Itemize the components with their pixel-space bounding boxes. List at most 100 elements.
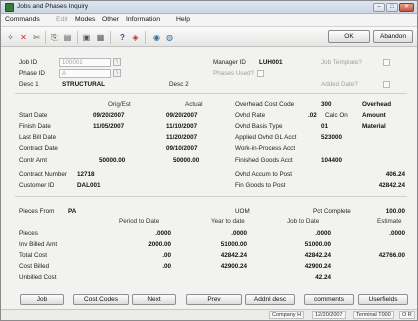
job-id-label: Job ID (19, 59, 38, 66)
ovhd-accum-label: Ovhd Accum to Post (235, 171, 293, 178)
start-date-est: 09/20/2007 (93, 112, 125, 119)
applied-gl-value: 523000 (321, 134, 343, 141)
job-template-checkbox[interactable] (383, 59, 390, 66)
col-year-to-date: Year to date (211, 218, 245, 225)
next-button[interactable]: Next (132, 294, 176, 305)
window-title: Jobs and Phases Inquiry (17, 3, 89, 10)
start-date-actual: 09/20/2007 (166, 112, 198, 119)
menu-edit[interactable]: Edit (56, 16, 68, 23)
addnl-desc-button[interactable]: Addnl desc (245, 294, 295, 305)
customer-id-label: Customer ID (19, 182, 55, 189)
customer-id-value: DAL001 (77, 182, 101, 189)
finish-date-est: 11/05/2007 (93, 123, 125, 130)
finish-date-label: Finish Date (19, 123, 51, 130)
help-icon[interactable]: ? (118, 33, 127, 42)
status-date: 12/20/2007 (312, 311, 346, 319)
save-icon[interactable]: ▣ (82, 33, 91, 42)
contr-amt-est: 50000.00 (99, 157, 126, 164)
paste-icon[interactable]: ▤ (63, 33, 72, 42)
last-bill-date-actual: 11/20/2007 (166, 134, 198, 141)
pieces-from-label: Pieces From (19, 208, 55, 215)
minimize-button[interactable]: – (373, 3, 385, 12)
close-button[interactable]: ✕ (399, 3, 414, 12)
added-date-label: Added Date? (321, 81, 358, 88)
status-bar: Company H 12/20/2007 Terminal T000 O R (1, 309, 417, 320)
col-period-to-date: Period to Date (119, 218, 160, 225)
finished-goods-label: Finished Goods Acct (235, 157, 293, 164)
phases-used-checkbox[interactable] (257, 70, 264, 77)
wip-acct-label: Work-in-Process Acct (235, 145, 296, 152)
job-id-field[interactable]: 100001 (59, 58, 111, 67)
menu-bar: Commands Edit Modes Other Information He… (1, 15, 417, 25)
contract-date-actual: 09/10/2007 (166, 145, 198, 152)
row-label: Inv Billed Amt (19, 241, 58, 248)
finish-date-actual: 11/10/2007 (166, 123, 198, 130)
row-est: .0000 (389, 230, 405, 237)
copy-icon[interactable]: ⎘ (50, 33, 59, 42)
comments-button[interactable]: comments (304, 294, 354, 305)
status-terminal: Terminal T000 (353, 311, 394, 319)
delete-icon[interactable]: ✕ (19, 33, 28, 42)
contract-date-label: Contract Date (19, 145, 58, 152)
job-lookup-icon[interactable]: \ (113, 58, 121, 66)
row-ptd: .00 (162, 263, 171, 270)
phase-lookup-icon[interactable]: \ (113, 69, 121, 77)
row-ytd: 42842.24 (220, 252, 247, 259)
menu-commands[interactable]: Commands (5, 16, 40, 23)
row-label: Pieces (19, 230, 38, 237)
actual-header: Actual (185, 101, 203, 108)
overhead-code-value: 300 (321, 101, 332, 108)
orig-est-header: Orig/Est (108, 101, 131, 108)
ovhd-basis-desc: Material (362, 123, 386, 130)
cut-icon[interactable]: ✄ (32, 33, 41, 42)
row-jtd: 42.24 (315, 274, 331, 281)
prev-button[interactable]: Prev (186, 294, 242, 305)
fin-goods-post-label: Fin Goods to Post (235, 182, 286, 189)
col-estimate: Estimate (377, 218, 402, 225)
row-ptd: .0000 (155, 230, 171, 237)
jobs-phases-window: Jobs and Phases Inquiry – □ ✕ Commands E… (0, 0, 418, 321)
contract-number-value: 12718 (77, 171, 95, 178)
new-icon[interactable]: ✧ (6, 33, 15, 42)
print-icon[interactable]: ▦ (96, 33, 105, 42)
manager-id-value: LUH001 (259, 59, 283, 66)
row-est: 42766.00 (378, 252, 405, 259)
ok-button[interactable]: OK (328, 30, 370, 43)
row-ytd: 42900.24 (220, 263, 247, 270)
userfields-button[interactable]: Userfields (358, 294, 408, 305)
menu-information[interactable]: Information (126, 16, 160, 23)
job-button[interactable]: Job (20, 294, 64, 305)
app-icon (5, 3, 14, 12)
title-bar: Jobs and Phases Inquiry – □ ✕ (1, 1, 417, 14)
toolbar: ✧ ✕ ✄ ⎘ ▤ ▣ ▦ ? ◈ ◉ ◍ OK Abandon (1, 26, 417, 47)
start-date-label: Start Date (19, 112, 48, 119)
desc1-label: Desc 1 (19, 81, 39, 88)
row-ytd: .0000 (231, 230, 247, 237)
calc-on-value: Amount (362, 112, 386, 119)
pct-complete-label: Pct Complete (313, 208, 351, 215)
menu-modes[interactable]: Modes (75, 16, 95, 23)
desc2-label: Desc 2 (169, 81, 189, 88)
refresh-icon[interactable]: ◉ (152, 33, 161, 42)
row-jtd: .0000 (315, 230, 331, 237)
phases-used-label: Phases Used? (213, 70, 254, 77)
ovhd-basis-value: 01 (321, 123, 329, 130)
row-label: Total Cost (19, 252, 47, 259)
desc1-value: STRUCTURAL (62, 81, 106, 88)
web-icon[interactable]: ◍ (165, 33, 174, 42)
abandon-button[interactable]: Abandon (373, 30, 413, 43)
contr-amt-label: Contr Amt (19, 157, 47, 164)
maximize-button[interactable]: □ (386, 3, 398, 12)
bookmark-icon[interactable]: ◈ (131, 33, 140, 42)
phase-id-field[interactable]: A (59, 69, 111, 78)
contract-number-label: Contract Number (19, 171, 67, 178)
pieces-from-value: PA (68, 208, 77, 215)
added-date-checkbox[interactable] (383, 81, 390, 88)
phase-id-label: Phase ID (19, 70, 45, 77)
row-jtd: 51000.00 (304, 241, 331, 248)
col-job-to-date: Job to Date (287, 218, 320, 225)
cost-codes-button[interactable]: Cost Codes (73, 294, 129, 305)
row-label: Cost Billed (19, 263, 50, 270)
menu-other[interactable]: Other (102, 16, 119, 23)
menu-help[interactable]: Help (176, 16, 190, 23)
